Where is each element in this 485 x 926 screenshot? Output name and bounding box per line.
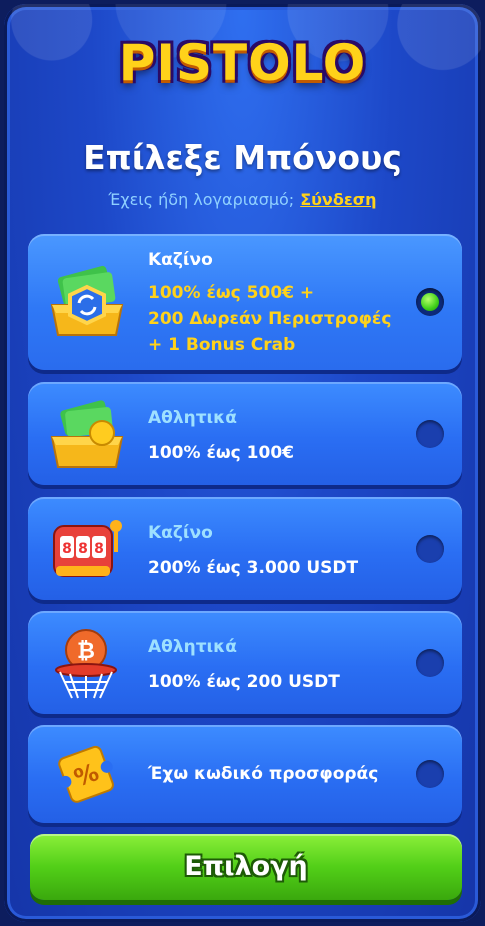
login-link[interactable]: Σύνδεση <box>300 190 376 209</box>
radio-unselected[interactable] <box>416 419 444 448</box>
bonus-category: Καζίνο <box>148 250 213 270</box>
bonus-panel: PISTOLO Επίλεξε Μπόνους Έχεις ήδη λογαρι… <box>4 4 481 922</box>
svg-text:₿: ₿ <box>77 639 95 664</box>
bonus-option-promo-code[interactable]: % Έχω κωδικό προσφοράς <box>28 725 462 823</box>
account-prompt-row: Έχεις ήδη λογαριασμό; Σύνδεση <box>4 190 481 209</box>
promo-code-label: Έχω κωδικό προσφοράς <box>148 764 379 784</box>
bonus-option-sports-1[interactable]: Αθλητικά 100% έως 100€ <box>28 382 462 485</box>
cash-chest-icon <box>50 265 124 336</box>
select-button[interactable]: Επιλογή <box>30 834 462 900</box>
promo-ticket-icon: % <box>58 745 114 803</box>
pistolo-logo: PISTOLO <box>118 34 367 92</box>
radio-unselected[interactable] <box>416 534 444 563</box>
bonus-category: Καζίνο <box>148 523 213 543</box>
bitcoin-basketball-icon: ₿ <box>55 628 117 698</box>
radio-unselected[interactable] <box>416 648 444 677</box>
slot-machine-icon: 8 8 8 <box>53 519 122 577</box>
radio-selected[interactable] <box>416 288 444 316</box>
bonus-offer: 100% έως 500€ + 200 Δωρεάν Περιστροφές +… <box>148 280 391 358</box>
page-title: Επίλεξε Μπόνους <box>83 138 402 177</box>
offer-line: 200 Δωρεάν Περιστροφές <box>148 309 392 329</box>
offer-line: 100% έως 500€ + <box>148 283 315 303</box>
cash-ball-chest-icon <box>50 399 124 468</box>
bonus-category: Αθλητικά <box>148 637 237 657</box>
account-prompt: Έχεις ήδη λογαριασμό; <box>108 190 295 209</box>
svg-text:8: 8 <box>62 541 72 557</box>
bonus-option-casino-1[interactable]: Καζίνο 100% έως 500€ + 200 Δωρεάν Περιστ… <box>28 234 462 370</box>
offer-line: + 1 Bonus Crab <box>148 335 296 355</box>
bonus-offer: 100% έως 200 USDT <box>148 672 340 692</box>
svg-text:8: 8 <box>94 541 104 557</box>
bonus-option-sports-2[interactable]: ₿ Αθλητικά 100% έως 200 USDT <box>28 611 462 714</box>
bonus-option-casino-2[interactable]: 8 8 8 Καζίνο 200% έως 3.000 USDT <box>28 497 462 600</box>
bonus-offer: 100% έως 100€ <box>148 443 294 463</box>
bonus-offer: 200% έως 3.000 USDT <box>148 558 359 578</box>
svg-text:8: 8 <box>78 541 88 557</box>
bonus-category: Αθλητικά <box>148 408 237 428</box>
radio-unselected[interactable] <box>416 760 444 788</box>
